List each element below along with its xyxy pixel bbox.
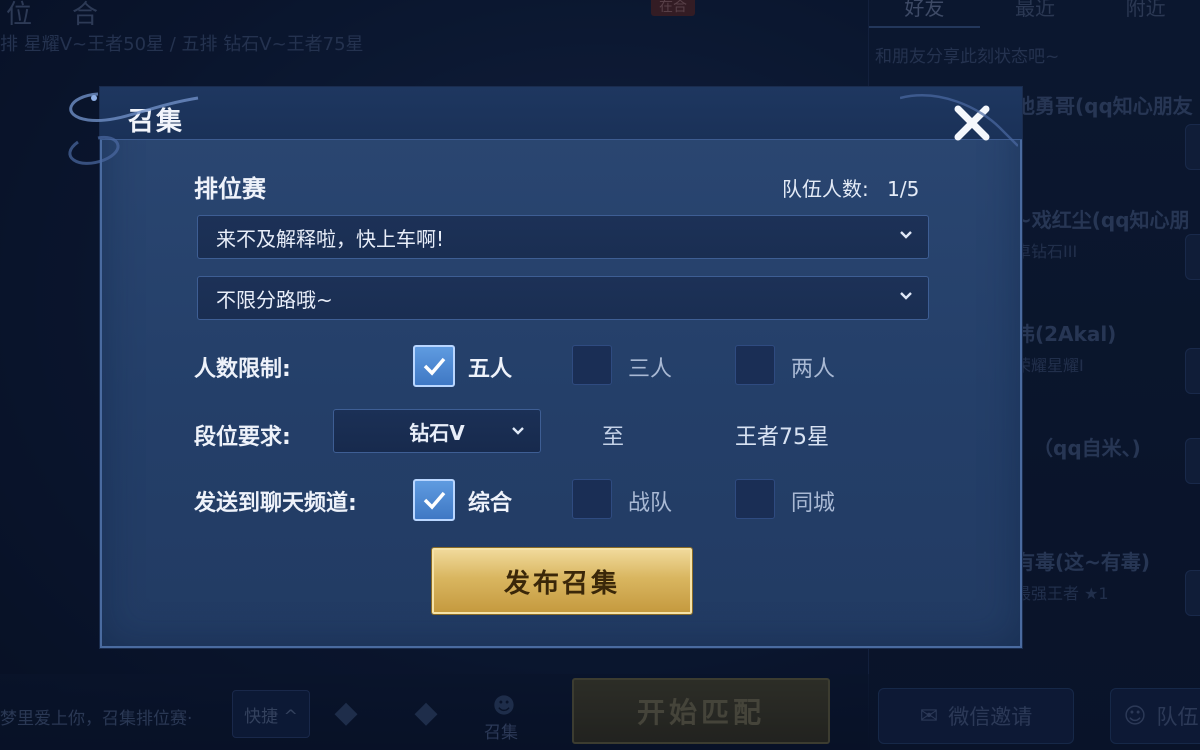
- lane-select[interactable]: 不限分路哦~: [197, 276, 929, 320]
- rank-requirement-label: 段位要求:: [194, 425, 291, 450]
- close-button[interactable]: [948, 99, 996, 147]
- dialog-header: [100, 87, 1022, 140]
- team-label: 队伍: [1156, 705, 1199, 729]
- checkbox-two[interactable]: [735, 345, 775, 385]
- status-badge: 在合: [651, 0, 695, 16]
- rank-max-value[interactable]: 王者75星: [735, 419, 829, 451]
- chevron-down-icon: [512, 427, 524, 435]
- checkbox-general-label: 综合: [468, 491, 513, 516]
- rank-min-value: 钻石V: [409, 420, 465, 445]
- tab-friends[interactable]: 好友: [869, 0, 980, 28]
- friends-tabs: 好友 最近 附近: [869, 0, 1200, 28]
- friend-rank: 荣耀星耀I: [1015, 356, 1084, 375]
- nav-item-rank[interactable]: 位: [6, 0, 32, 31]
- publish-gather-button[interactable]: 发布召集: [432, 548, 692, 614]
- checkbox-local[interactable]: [735, 479, 775, 519]
- gather-label[interactable]: 召集: [484, 718, 518, 743]
- gather-dialog: 召集 排位赛 队伍人数: 1/5 来不及解释啦，快上车啊! 不限分路哦~ 人数限…: [100, 87, 1022, 648]
- top-nav: 位 合 在合: [0, 0, 870, 30]
- share-hint: 和朋友分享此刻状态吧~: [875, 47, 1060, 67]
- friend-rank: 卓钻石III: [1015, 242, 1078, 261]
- checkbox-three[interactable]: [572, 345, 612, 385]
- chevron-down-icon: [900, 292, 912, 300]
- message-select-value: 来不及解释啦，快上车啊!: [216, 226, 445, 251]
- checkmark-icon: [423, 357, 446, 376]
- checkbox-local-label: 同城: [791, 491, 836, 516]
- rank-info-line: 排 星耀V~王者50星 / 五排 钻石V~王者75星: [0, 34, 364, 55]
- size-limit-label: 人数限制:: [194, 357, 291, 382]
- mode-title: 排位赛: [194, 175, 266, 203]
- checkbox-general[interactable]: [413, 479, 455, 521]
- checkbox-clan[interactable]: [572, 479, 612, 519]
- game-screen: 位 合 在合 排 星耀V~王者50星 / 五排 钻石V~王者75星 好友 最近 …: [0, 0, 1200, 750]
- close-icon: [954, 105, 990, 141]
- team-count-value: 1/5: [887, 177, 920, 201]
- chevron-down-icon: [900, 231, 912, 239]
- friend-name: ~戏红尘(qq知心朋: [1015, 208, 1190, 232]
- quick-chat-button[interactable]: 快捷 ^: [232, 690, 310, 738]
- team-count-label: 队伍人数:: [782, 177, 869, 201]
- tab-recent[interactable]: 最近: [980, 0, 1091, 28]
- invite-button[interactable]: [1185, 570, 1200, 616]
- checkmark-icon: [423, 491, 446, 510]
- lane-select-value: 不限分路哦~: [216, 287, 333, 312]
- invite-button[interactable]: [1185, 234, 1200, 280]
- invite-button[interactable]: [1185, 348, 1200, 394]
- team-icon: ☺: [1123, 703, 1147, 729]
- checkbox-three-label: 三人: [628, 357, 673, 382]
- wechat-invite-button[interactable]: ✉ 微信邀请: [878, 688, 1074, 744]
- checkbox-two-label: 两人: [791, 357, 836, 382]
- nav-item-team[interactable]: 合: [72, 0, 98, 31]
- invite-button[interactable]: [1185, 438, 1200, 484]
- checkbox-clan-label: 战队: [628, 491, 673, 516]
- mic-off-icon[interactable]: ◆: [402, 688, 450, 736]
- message-select[interactable]: 来不及解释啦，快上车啊!: [197, 215, 929, 259]
- team-count: 队伍人数: 1/5: [782, 173, 919, 202]
- wechat-invite-label: 微信邀请: [948, 705, 1033, 729]
- team-button[interactable]: ☺ 队伍: [1110, 688, 1200, 744]
- checkbox-five-label: 五人: [468, 357, 513, 382]
- rank-min-select[interactable]: 钻石V: [333, 409, 541, 453]
- rank-range-separator: 至: [602, 425, 625, 450]
- friend-name: 伟(2Akal): [1015, 322, 1117, 346]
- tab-nearby[interactable]: 附近: [1090, 0, 1200, 28]
- speaker-icon[interactable]: ◆: [322, 688, 370, 736]
- friend-name: （qq自米、): [1033, 436, 1141, 460]
- friend-rank: 最强王者 ★1: [1015, 584, 1109, 603]
- start-match-button[interactable]: 开始匹配: [572, 678, 830, 744]
- friend-name: 有毒(这~有毒): [1015, 550, 1151, 574]
- dialog-title: 召集: [128, 107, 185, 137]
- invite-button[interactable]: [1185, 124, 1200, 170]
- friend-name: 他勇哥(qq知心朋友: [1015, 94, 1193, 118]
- wechat-icon: ✉: [919, 703, 939, 729]
- checkbox-five[interactable]: [413, 345, 455, 387]
- chat-preview[interactable]: 梦里爱上你，召集排位赛·: [0, 704, 192, 729]
- send-channel-label: 发送到聊天频道:: [194, 491, 357, 516]
